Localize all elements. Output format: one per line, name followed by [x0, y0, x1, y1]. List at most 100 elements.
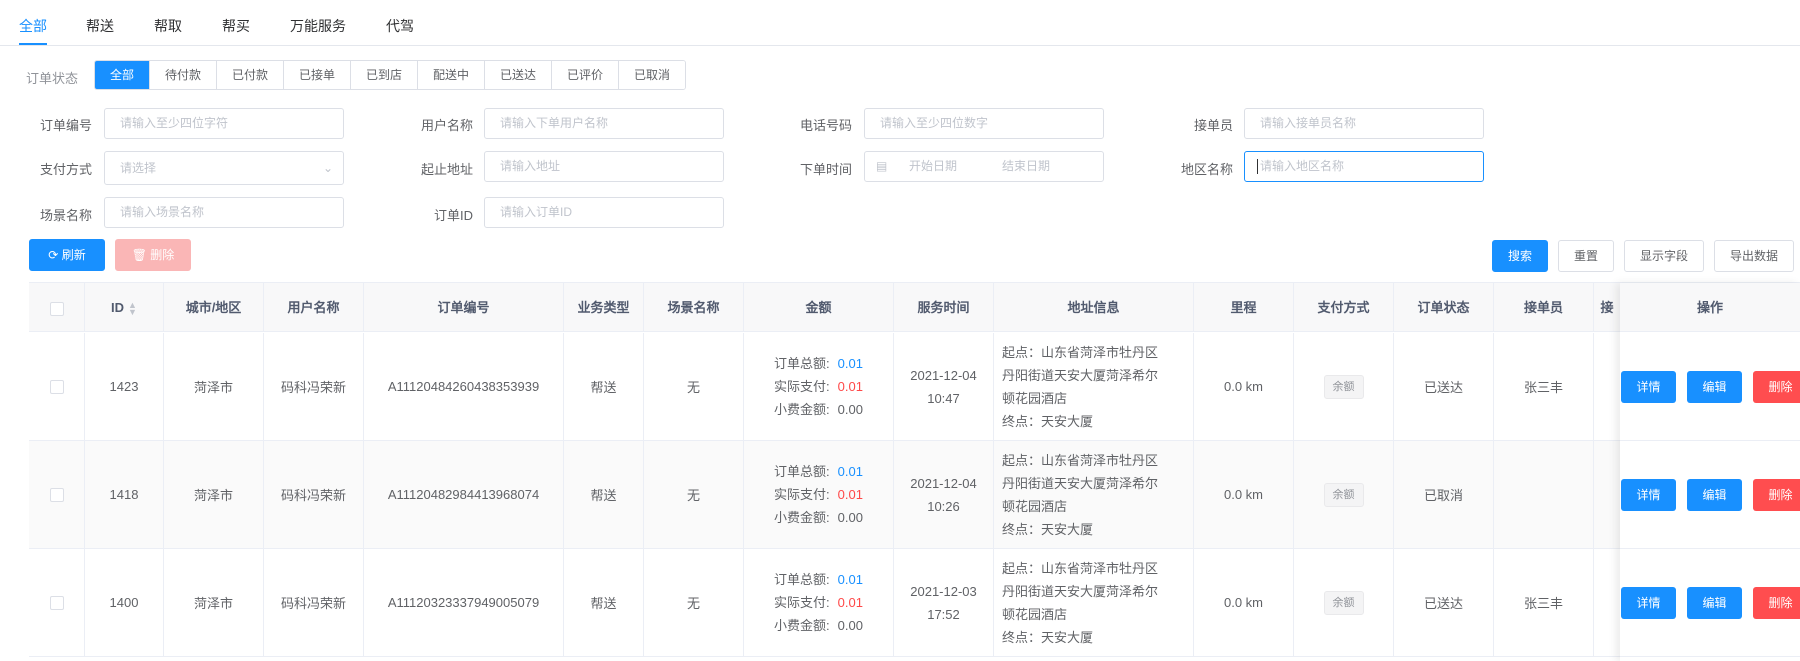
- tab-driver[interactable]: 代驾: [386, 16, 414, 36]
- receiver-cell: [1494, 441, 1594, 548]
- status-delivered[interactable]: 已送达: [485, 61, 552, 89]
- id-cell: 1423: [85, 333, 164, 440]
- total-value: 0.01: [837, 464, 863, 479]
- operations-cell: 详情 编辑 删除: [1620, 441, 1800, 548]
- region-input[interactable]: 请输入地区名称: [1244, 151, 1484, 182]
- edit-button[interactable]: 编辑: [1687, 479, 1742, 511]
- tab-pickup[interactable]: 帮取: [154, 16, 182, 36]
- address-from-line: 顿花园酒店: [1002, 390, 1068, 406]
- user-name-input[interactable]: 请输入下单用户名称: [484, 108, 724, 139]
- reset-button[interactable]: 重置: [1558, 240, 1614, 272]
- order-status-group: 全部 待付款 已付款 已接单 已到店 配送中 已送达 已评价 已取消: [94, 60, 686, 90]
- delete-button[interactable]: 删除: [1753, 371, 1800, 403]
- status-delivering[interactable]: 配送中: [418, 61, 485, 89]
- start-date-input[interactable]: 开始日期: [909, 152, 957, 181]
- header-receiver: 接单员: [1494, 283, 1594, 332]
- pay-method-cell: 余额: [1294, 441, 1394, 548]
- biz-type-cell: 帮送: [564, 549, 644, 656]
- header-truncated: 接: [1600, 300, 1614, 315]
- order-no-input[interactable]: 请输入至少四位字符: [104, 108, 344, 139]
- pay-method-select[interactable]: 请选择 ⌄: [104, 151, 344, 185]
- header-status: 订单状态: [1394, 283, 1494, 332]
- scene-input[interactable]: 请输入场景名称: [104, 197, 344, 228]
- service-date: 2021-12-04: [910, 475, 977, 491]
- detail-button[interactable]: 详情: [1621, 371, 1676, 403]
- sort-icon[interactable]: ▲ ▼: [128, 300, 137, 316]
- address-from-line: 起点：山东省菏泽市牡丹区: [1002, 560, 1159, 576]
- detail-button[interactable]: 详情: [1621, 587, 1676, 619]
- status-paid[interactable]: 已付款: [217, 61, 284, 89]
- amount-breakdown: 订单总额: 0.01 实际支付: 0.01 小费金额: 0.00: [774, 460, 863, 529]
- service-time: 10:26: [927, 498, 960, 514]
- address-to-line: 终点：天安大厦: [1002, 413, 1094, 429]
- amount-cell: 订单总额: 0.01 实际支付: 0.01 小费金额: 0.00: [744, 441, 894, 548]
- tab-deliver[interactable]: 帮送: [86, 16, 114, 36]
- address-from-line: 顿花园酒店: [1002, 498, 1068, 514]
- order-time-range[interactable]: ▤ 开始日期 结束日期: [864, 151, 1104, 182]
- pay-method-tag: 余额: [1323, 374, 1364, 399]
- batch-delete-button[interactable]: 🗑 删除: [115, 239, 191, 271]
- address-input[interactable]: 请输入地址: [484, 151, 724, 182]
- end-date-input[interactable]: 结束日期: [1002, 152, 1050, 181]
- address-cell: 起点：山东省菏泽市牡丹区 丹阳街道天安大厦菏泽希尔 顿花园酒店 终点：天安大厦: [994, 549, 1194, 656]
- city-cell: 菏泽市: [164, 333, 264, 440]
- header-id[interactable]: ID ▲ ▼: [85, 283, 164, 332]
- pay-method-tag: 余额: [1323, 482, 1364, 507]
- total-value: 0.01: [837, 356, 863, 371]
- row-select-cell: [29, 549, 85, 656]
- status-reviewed[interactable]: 已评价: [552, 61, 619, 89]
- mileage-cell: 0.0 km: [1194, 333, 1294, 440]
- address-from-line: 起点：山东省菏泽市牡丹区: [1002, 452, 1159, 468]
- address-from-line: 起点：山东省菏泽市牡丹区: [1002, 344, 1159, 360]
- row-checkbox[interactable]: [49, 595, 64, 610]
- status-arrived[interactable]: 已到店: [351, 61, 418, 89]
- paid-value: 0.01: [837, 487, 863, 502]
- biz-type-cell: 帮送: [564, 333, 644, 440]
- search-button[interactable]: 搜索: [1492, 240, 1548, 272]
- status-cancelled[interactable]: 已取消: [619, 61, 685, 89]
- row-checkbox[interactable]: [49, 379, 64, 394]
- receiver-input[interactable]: 请输入接单员名称: [1244, 108, 1484, 139]
- show-fields-button[interactable]: 显示字段: [1624, 240, 1704, 272]
- id-cell: 1400: [85, 549, 164, 656]
- delete-button[interactable]: 删除: [1753, 587, 1800, 619]
- text-caret: [1257, 159, 1258, 174]
- edit-button[interactable]: 编辑: [1687, 587, 1742, 619]
- paid-value: 0.01: [837, 595, 863, 610]
- tab-all[interactable]: 全部: [19, 16, 47, 36]
- refresh-button[interactable]: ⟳ 刷新: [29, 239, 105, 271]
- export-button[interactable]: 导出数据: [1714, 240, 1794, 272]
- truncated-cell: [1594, 441, 1620, 548]
- active-tab-indicator: [19, 43, 47, 45]
- tip-label: 小费金额:: [774, 618, 830, 633]
- phone-label: 电话号码: [799, 118, 852, 133]
- status-pending-payment[interactable]: 待付款: [150, 61, 217, 89]
- id-cell: 1418: [85, 441, 164, 548]
- status-all[interactable]: 全部: [95, 61, 150, 89]
- edit-button[interactable]: 编辑: [1687, 371, 1742, 403]
- status-cell: 已取消: [1394, 441, 1494, 548]
- order-time-label: 下单时间: [799, 162, 852, 177]
- tab-buy[interactable]: 帮买: [222, 16, 250, 36]
- paid-value: 0.01: [837, 379, 863, 394]
- detail-button[interactable]: 详情: [1621, 479, 1676, 511]
- amount-breakdown: 订单总额: 0.01 实际支付: 0.01 小费金额: 0.00: [774, 568, 863, 637]
- scene-label: 场景名称: [39, 208, 92, 223]
- phone-input[interactable]: 请输入至少四位数字: [864, 108, 1104, 139]
- refresh-icon: ⟳: [48, 248, 59, 262]
- delete-button[interactable]: 删除: [1753, 479, 1800, 511]
- tab-universal-service[interactable]: 万能服务: [290, 16, 346, 36]
- select-all-checkbox[interactable]: [49, 301, 64, 316]
- header-biz-type: 业务类型: [564, 283, 644, 332]
- status-cell: 已送达: [1394, 549, 1494, 656]
- header-mileage: 里程: [1194, 283, 1294, 332]
- address-from-line: 丹阳街道天安大厦菏泽希尔: [1002, 367, 1159, 383]
- city-cell: 菏泽市: [164, 441, 264, 548]
- order-id-input[interactable]: 请输入订单ID: [484, 197, 724, 228]
- service-date: 2021-12-03: [910, 583, 977, 599]
- row-checkbox[interactable]: [49, 487, 64, 502]
- address-lines: 起点：山东省菏泽市牡丹区 丹阳街道天安大厦菏泽希尔 顿花园酒店 终点：天安大厦: [1002, 557, 1158, 649]
- paid-label: 实际支付:: [774, 379, 830, 394]
- status-accepted[interactable]: 已接单: [284, 61, 351, 89]
- service-time-cell: 2021-12-04 10:47: [894, 333, 994, 440]
